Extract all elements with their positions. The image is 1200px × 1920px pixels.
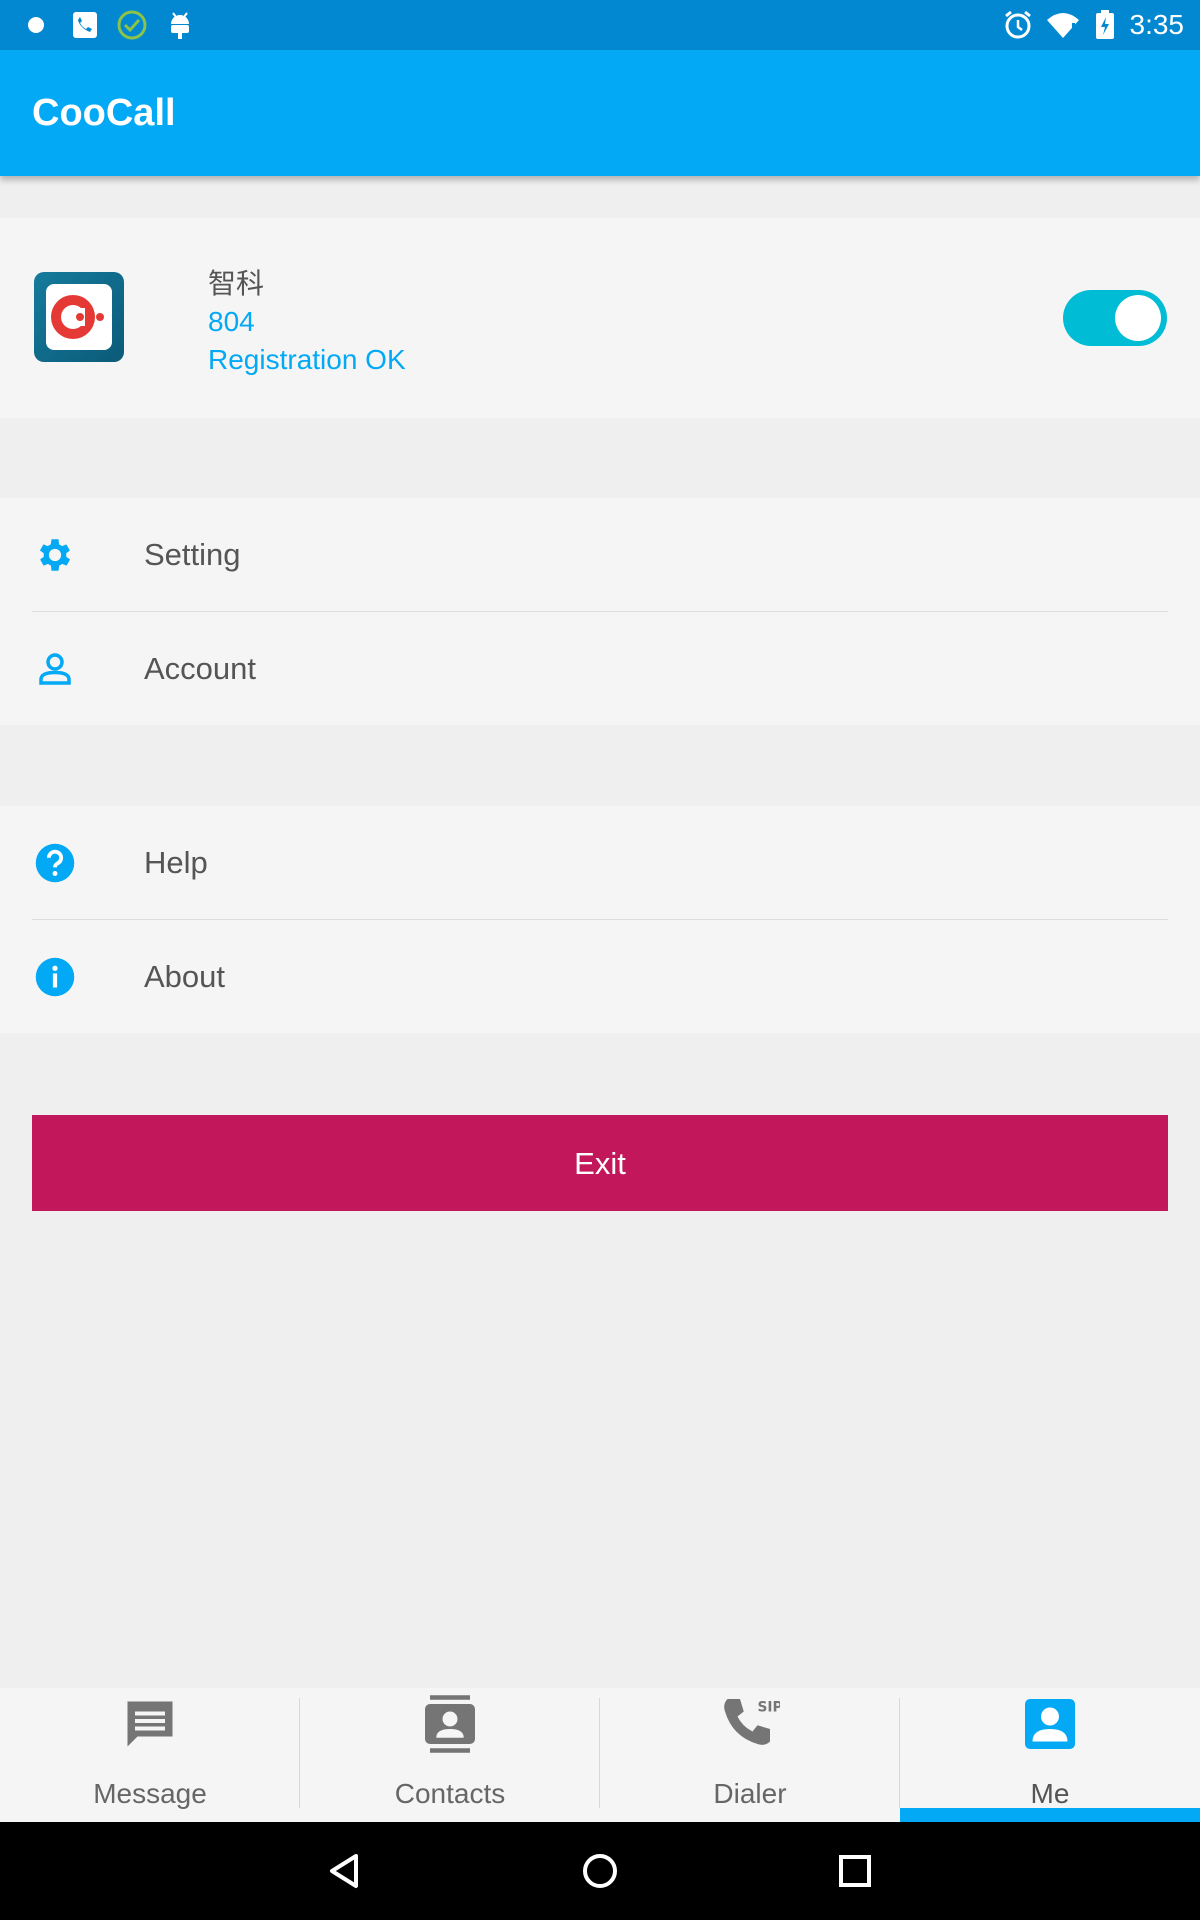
message-icon [120, 1694, 180, 1754]
account-enable-toggle[interactable] [1063, 290, 1167, 346]
wifi-icon [1045, 0, 1081, 50]
me-icon [1020, 1694, 1080, 1754]
menu-item-setting[interactable]: Setting [0, 498, 1200, 611]
info-icon [34, 956, 76, 998]
menu-item-label: Setting [144, 537, 241, 572]
svg-text:SIP: SIP [758, 1700, 781, 1716]
check-circle-icon [115, 0, 149, 50]
tab-label: Dialer [713, 1778, 787, 1809]
menu-group-settings: Setting Account [0, 498, 1200, 725]
menu-item-label: Help [144, 845, 208, 880]
home-icon[interactable] [575, 1846, 625, 1896]
notification-dot-icon [24, 0, 48, 50]
profile-name: 智科 [208, 268, 265, 299]
status-time: 3:35 [1129, 9, 1185, 40]
gear-icon [34, 534, 76, 576]
android-debug-icon [166, 0, 194, 50]
registration-status: Registration OK [208, 344, 406, 375]
menu-item-label: Account [144, 651, 257, 686]
active-tab-indicator [900, 1808, 1200, 1822]
app-title: CooCall [32, 92, 176, 134]
menu-group-info: Help About [0, 806, 1200, 1033]
tab-label: Message [93, 1778, 207, 1809]
app-bar: CooCall [0, 50, 1200, 176]
tab-label: Contacts [394, 1778, 506, 1809]
toggle-knob [1115, 295, 1161, 341]
profile-card[interactable]: 智科 804 Registration OK [0, 218, 1200, 418]
tab-label: Me [1030, 1778, 1070, 1809]
back-icon[interactable] [320, 1846, 370, 1896]
app-logo-icon [34, 272, 124, 362]
tab-me[interactable]: Me [900, 1688, 1200, 1822]
sip-dialer-icon: SIP [720, 1694, 783, 1754]
menu-item-account[interactable]: Account [0, 612, 1200, 725]
contacts-icon [420, 1694, 480, 1754]
menu-item-label: About [144, 959, 226, 994]
alarm-icon [1000, 0, 1036, 50]
tab-message[interactable]: Message [0, 1688, 300, 1822]
system-navigation-bar [0, 1822, 1200, 1920]
sip-phone-icon [70, 0, 100, 50]
status-bar: 3:35 [0, 0, 1200, 50]
bottom-navigation: Message Contacts SIP Dialer Me [0, 1688, 1200, 1822]
menu-item-about[interactable]: About [0, 920, 1200, 1033]
battery-charging-icon [1092, 0, 1118, 50]
tab-dialer[interactable]: SIP Dialer [600, 1688, 900, 1822]
menu-item-help[interactable]: Help [0, 806, 1200, 919]
person-icon [34, 648, 76, 690]
tab-contacts[interactable]: Contacts [300, 1688, 600, 1822]
profile-extension: 804 [208, 306, 255, 337]
recents-icon[interactable] [830, 1846, 880, 1896]
exit-button[interactable]: Exit [32, 1115, 1168, 1211]
help-icon [34, 842, 76, 884]
